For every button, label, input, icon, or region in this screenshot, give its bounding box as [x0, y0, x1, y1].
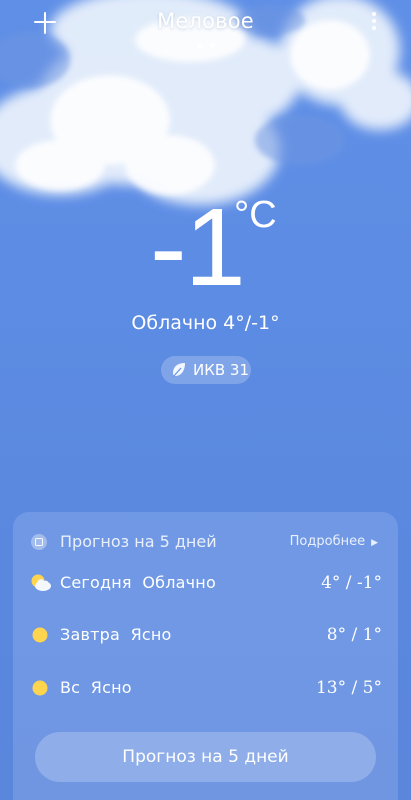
city-name: Меловое	[157, 9, 254, 33]
current-temperature: -1	[150, 186, 246, 309]
chevron-right-icon: ▶	[371, 538, 378, 548]
condition-text: Облачно	[131, 312, 218, 334]
partly-cloudy-icon	[31, 574, 51, 591]
forecast-day-label: Сегодня Облачно	[60, 573, 216, 592]
forecast-day-label: Вс Ясно	[60, 678, 132, 697]
sun-icon	[32, 680, 48, 696]
forecast-day-label: Завтра Ясно	[60, 625, 172, 644]
current-temperature-block: -1 °C	[0, 190, 411, 305]
page-dot-active	[210, 42, 216, 48]
forecast-temperatures: 4° / -1°	[321, 573, 382, 593]
aqi-badge[interactable]: ИКВ 31	[161, 356, 251, 384]
aqi-label: ИКВ 31	[193, 361, 250, 379]
more-menu-button[interactable]	[369, 12, 379, 34]
top-bar: Меловое ▲	[0, 0, 411, 56]
forecast-row-today[interactable]: Сегодня Облачно 4° / -1°	[13, 563, 398, 603]
five-day-forecast-button[interactable]: Прогноз на 5 дней	[35, 732, 376, 782]
more-details-link[interactable]: Подробнее ▶	[290, 533, 378, 552]
forecast-header: Прогноз на 5 дней Подробнее ▶	[13, 530, 398, 554]
forecast-temperatures: 13° / 5°	[315, 678, 382, 698]
forecast-temperatures: 8° / 1°	[326, 625, 382, 645]
forecast-title: Прогноз на 5 дней	[60, 532, 217, 551]
forecast-row-sunday[interactable]: Вс Ясно 13° / 5°	[13, 668, 398, 708]
page-indicator: ▲	[0, 39, 411, 51]
forecast-card: Прогноз на 5 дней Подробнее ▶ Сегодня Обл…	[13, 512, 398, 800]
forecast-row-tomorrow[interactable]: Завтра Ясно 8° / 1°	[13, 615, 398, 655]
location-arrow-icon: ▲	[193, 39, 204, 51]
more-details-label: Подробнее	[289, 534, 366, 549]
sun-icon	[32, 627, 48, 643]
temperature-unit: °C	[234, 194, 277, 236]
calendar-icon	[31, 534, 47, 550]
high-low-temperature: 4°/-1°	[223, 312, 280, 334]
leaf-icon	[172, 363, 185, 378]
current-condition: Облачно 4°/-1°	[0, 310, 411, 336]
